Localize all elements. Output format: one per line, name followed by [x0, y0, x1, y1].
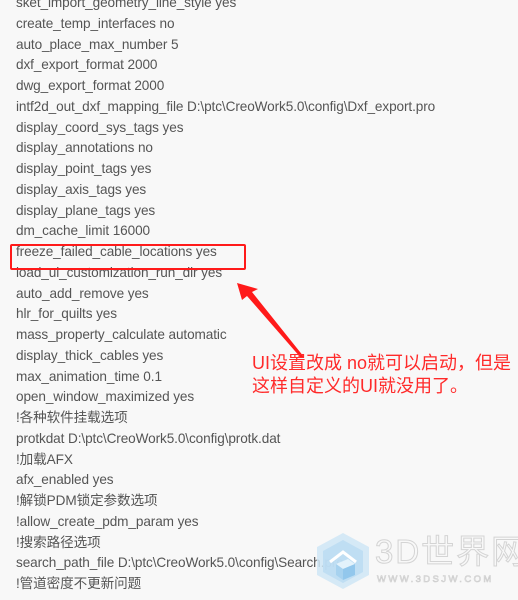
config-line: auto_add_remove yes — [16, 285, 149, 301]
config-comment: !管道密度不更新问题 — [16, 576, 142, 591]
config-line: mass_property_calculate automatic — [16, 327, 227, 342]
config-line: hlr_for_quilts yes — [16, 306, 117, 322]
highlight-box — [10, 244, 246, 270]
config-line: display_annotations no — [16, 140, 153, 156]
config-line: search_path_file D:\ptc\CreoWork5.0\conf… — [16, 555, 344, 571]
config-line: protkdat D:\ptc\CreoWork5.0\config\protk… — [16, 430, 281, 446]
config-line: sket_import_geometry_line_style yes — [16, 0, 237, 10]
config-line: display_axis_tags yes — [16, 181, 147, 197]
annotation-note: UI设置改成 no就可以启动，但是这样自定义的UI就没用了。 — [252, 353, 512, 396]
config-line: dxf_export_format 2000 — [16, 57, 158, 73]
config-line: afx_enabled yes — [16, 472, 114, 488]
config-comment: !搜索路径选项 — [16, 534, 101, 550]
config-line: display_plane_tags yes — [16, 202, 156, 218]
config-line: create_temp_interfaces no — [16, 15, 175, 31]
config-line: dm_cache_limit 16000 — [16, 223, 151, 239]
config-line: display_coord_sys_tags yes — [16, 119, 184, 135]
config-line: auto_place_max_number 5 — [16, 36, 179, 52]
config-comment: !解锁PDM锁定参数选项 — [16, 493, 158, 508]
config-line: dwg_export_format 2000 — [16, 78, 165, 93]
config-file-listing: sket_import_geometry_line_style yes crea… — [16, 0, 435, 595]
config-comment: !各种软件挂载选项 — [16, 410, 128, 425]
config-comment: !allow_create_pdm_param yes — [16, 513, 199, 529]
config-line: display_point_tags yes — [16, 161, 152, 176]
config-line: intf2d_out_dxf_mapping_file D:\ptc\CreoW… — [16, 98, 436, 114]
config-comment: !加载AFX — [16, 451, 73, 467]
